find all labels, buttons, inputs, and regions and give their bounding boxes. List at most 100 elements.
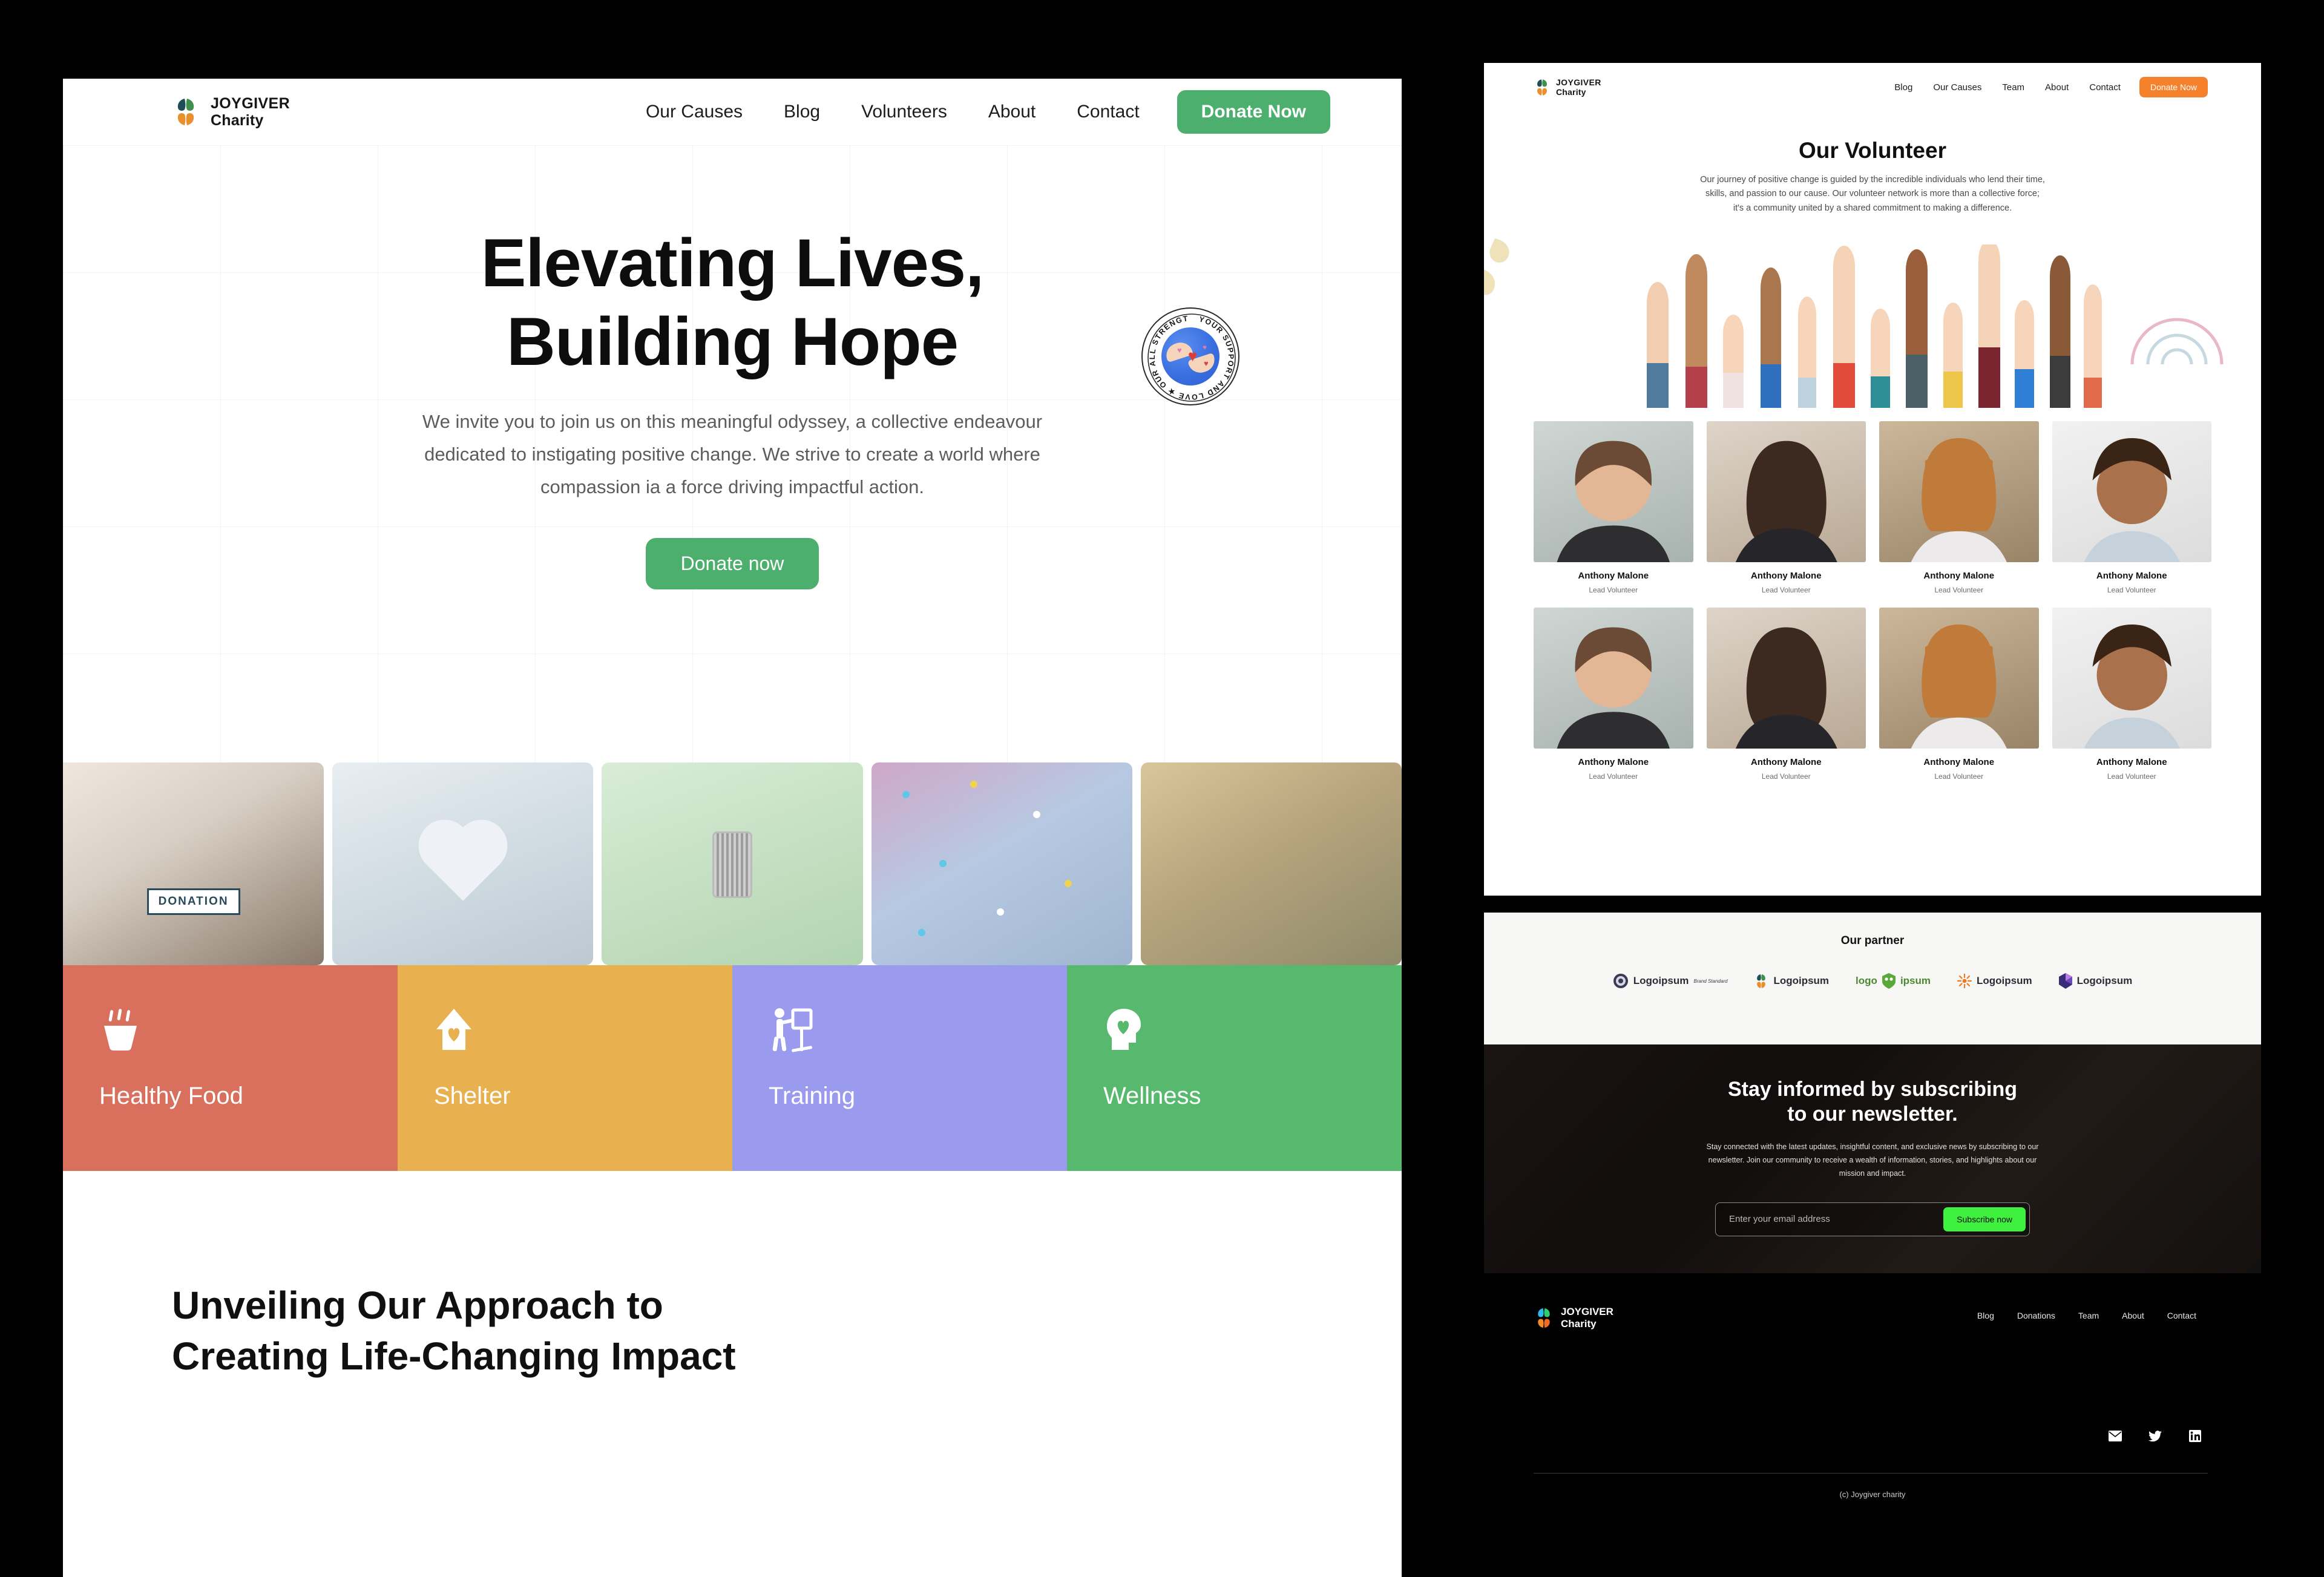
photo-gallery-strip: DONATION: [63, 762, 1402, 965]
newsletter-heading-line1: Stay informed by subscribing: [1728, 1078, 2017, 1101]
volunteer-role: Lead Volunteer: [2107, 586, 2156, 595]
volunteer-role: Lead Volunteer: [1934, 772, 1984, 781]
volunteer-name: Anthony Malone: [1750, 757, 1822, 768]
volunteer-role: Lead Volunteer: [1589, 772, 1638, 781]
nav-item-team[interactable]: Team: [1992, 82, 2035, 93]
partner-name-suffix: ipsum: [1900, 975, 1931, 986]
volunteer-avatar: [1706, 608, 1866, 749]
house-heart-icon: [434, 1008, 732, 1052]
footer-nav-donations[interactable]: Donations: [2006, 1311, 2067, 1320]
volunteer-page-panel: JOYGIVER Charity Blog Our Causes Team Ab…: [1484, 63, 2261, 896]
category-label: Training: [769, 1083, 856, 1109]
volunteer-name: Anthony Malone: [1578, 571, 1649, 582]
support-seal-badge: YOUR SUPPORT AND LOVE ★ OUR ALL STRENGTH…: [1141, 307, 1239, 405]
brand-logo-small[interactable]: JOYGIVER Charity: [1534, 77, 1601, 97]
mail-icon[interactable]: [2107, 1428, 2123, 1444]
soup-bowl-icon: [99, 1008, 398, 1052]
category-training[interactable]: Training: [732, 965, 1067, 1171]
nav-item-volunteers[interactable]: Volunteers: [841, 102, 968, 122]
four-leaf-logo-icon: [172, 97, 200, 126]
volunteer-card[interactable]: Anthony Malone Lead Volunteer: [1706, 608, 1866, 781]
footer-page-panel: Our partner Logoipsum Brand Standard Log…: [1484, 913, 2261, 1577]
nav-item-about[interactable]: About: [2035, 82, 2079, 93]
footer-brand-line2: Charity: [1561, 1318, 1597, 1330]
approach-heading-line2: Creating Life-Changing Impact: [172, 1334, 736, 1379]
volunteer-role: Lead Volunteer: [1934, 586, 1984, 595]
donate-now-header-button[interactable]: Donate Now: [1177, 90, 1330, 134]
partner-logo-5[interactable]: Logoipsum: [2058, 973, 2132, 989]
hero-heading-line2: Building Hope: [506, 303, 959, 379]
volunteer-role: Lead Volunteer: [1761, 772, 1811, 781]
footer-nav-contact[interactable]: Contact: [2156, 1311, 2208, 1320]
volunteer-section-title: Our Volunteer: [1799, 138, 1946, 163]
subscribe-now-button[interactable]: Subscribe now: [1943, 1207, 2026, 1231]
nav-item-blog[interactable]: Blog: [1884, 82, 1923, 93]
category-wellness[interactable]: Wellness: [1067, 965, 1402, 1171]
landing-page-panel: JOYGIVER Charity Our Causes Blog Volunte…: [63, 79, 1402, 1577]
category-shelter[interactable]: Shelter: [398, 965, 732, 1171]
volunteer-name: Anthony Malone: [1750, 571, 1822, 582]
brand-name-line2: Charity: [211, 112, 264, 129]
volunteer-card[interactable]: Anthony Malone Lead Volunteer: [1879, 608, 2039, 781]
linkedin-icon[interactable]: [2187, 1428, 2203, 1444]
footer-nav-blog[interactable]: Blog: [1966, 1311, 2006, 1320]
nav-item-our-causes[interactable]: Our Causes: [625, 102, 763, 122]
volunteer-role: Lead Volunteer: [1589, 586, 1638, 595]
partner-logo-1[interactable]: Logoipsum Brand Standard: [1613, 973, 1728, 989]
nav-item-contact[interactable]: Contact: [2079, 82, 2131, 93]
volunteer-card[interactable]: Anthony Malone Lead Volunteer: [1706, 421, 1866, 595]
volunteer-avatar: [1534, 608, 1693, 749]
partner-logo-4[interactable]: Logoipsum: [1957, 974, 2032, 988]
partner-sub: Brand Standard: [1693, 978, 1728, 984]
partners-section: Our partner Logoipsum Brand Standard Log…: [1484, 913, 2261, 1044]
volunteer-intro: Our Volunteer Our journey of positive ch…: [1484, 111, 2261, 215]
partner-name-prefix: logo: [1856, 975, 1877, 986]
gallery-photo-donation-box: DONATION: [63, 762, 324, 965]
volunteer-role: Lead Volunteer: [1761, 586, 1811, 595]
globe-icon: ♥ ♥ ♥ ♥: [1161, 327, 1219, 385]
volunteer-card[interactable]: Anthony Malone Lead Volunteer: [2052, 421, 2211, 595]
four-leaf-logo-icon: [1534, 1307, 1554, 1329]
volunteer-role: Lead Volunteer: [2107, 772, 2156, 781]
partner-logo-row: Logoipsum Brand Standard Logoipsum logo: [1484, 973, 2261, 989]
category-healthy-food[interactable]: Healthy Food: [63, 965, 398, 1171]
footer-divider: [1534, 1473, 2208, 1474]
brand-name-small: JOYGIVER Charity: [1556, 77, 1601, 97]
gallery-photo-friends-circle: [871, 762, 1132, 965]
nav-item-about[interactable]: About: [968, 102, 1056, 122]
volunteer-avatar: [2052, 608, 2211, 749]
volunteer-card[interactable]: Anthony Malone Lead Volunteer: [1534, 421, 1693, 594]
rainbow-arc-decoration: [2130, 318, 2224, 365]
brand-name-line1: JOYGIVER: [211, 95, 290, 112]
cause-categories-bar: Healthy Food Shelter Training Wellness: [63, 965, 1402, 1171]
hero-heading-line1: Elevating Lives,: [481, 225, 985, 301]
approach-heading-line1: Unveiling Our Approach to: [172, 1284, 663, 1327]
category-label: Healthy Food: [99, 1083, 243, 1109]
volunteer-card[interactable]: Anthony Malone Lead Volunteer: [1534, 608, 1693, 781]
social-links: [2107, 1428, 2203, 1444]
volunteer-page-navigation: Blog Our Causes Team About Contact Donat…: [1884, 77, 2208, 97]
brand-logo[interactable]: JOYGIVER Charity: [172, 95, 290, 129]
nav-item-contact[interactable]: Contact: [1056, 102, 1160, 122]
site-header: JOYGIVER Charity Our Causes Blog Volunte…: [63, 79, 1402, 145]
footer-brand-logo[interactable]: JOYGIVER Charity: [1534, 1306, 1613, 1331]
twitter-icon[interactable]: [2147, 1428, 2163, 1444]
nav-item-our-causes[interactable]: Our Causes: [1923, 82, 1992, 93]
partner-logo-2[interactable]: Logoipsum: [1754, 974, 1829, 989]
brand-name-line2: Charity: [1556, 87, 1586, 97]
volunteer-card[interactable]: Anthony Malone Lead Volunteer: [2052, 608, 2211, 781]
email-input[interactable]: [1729, 1214, 1944, 1225]
donate-now-hero-button[interactable]: Donate now: [645, 537, 819, 589]
shield-owl-logo-icon: [1882, 973, 1896, 989]
hero-paragraph: We invite you to join us on this meaning…: [422, 410, 1043, 498]
volunteer-card[interactable]: Anthony Malone Lead Volunteer: [1879, 421, 2039, 594]
volunteer-avatar: [1879, 608, 2039, 749]
donate-now-orange-button[interactable]: Donate Now: [2139, 77, 2208, 97]
nav-item-blog[interactable]: Blog: [763, 102, 841, 122]
partner-logo-3[interactable]: logo ipsum: [1856, 973, 1931, 989]
footer-nav-team[interactable]: Team: [2067, 1311, 2110, 1320]
category-label: Wellness: [1103, 1083, 1201, 1109]
footer-nav-about[interactable]: About: [2110, 1311, 2156, 1320]
newsletter-section: Stay informed by subscribing to our news…: [1484, 1044, 2261, 1273]
volunteer-avatar: [1706, 421, 1866, 563]
